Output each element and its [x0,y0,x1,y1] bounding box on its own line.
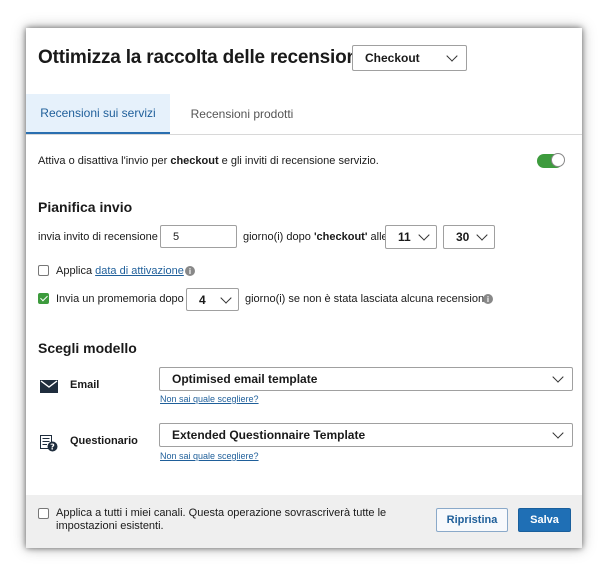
email-label: Email [70,379,100,391]
questionnaire-help-link[interactable]: Non sai quale scegliere? [160,451,259,461]
email-template-value: Optimised email template [172,372,318,386]
after-text-pre: giorno(i) dopo [243,231,314,243]
channel-select[interactable]: Checkout [352,45,467,71]
apply-activation-checkbox[interactable] [38,265,49,276]
chevron-down-icon [220,291,232,304]
tab-label: Recensioni sui servizi [40,106,156,120]
tab-label: Recensioni prodotti [190,107,294,121]
days-input[interactable]: 5 [160,225,237,248]
reset-button[interactable]: Ripristina [436,508,508,532]
info-icon[interactable]: i [483,294,493,304]
envelope-icon [40,380,58,398]
tab-bar: Recensioni sui servizi Recensioni prodot… [26,94,582,135]
apply-activation-text: Applica [56,265,96,277]
schedule-title: Pianifica invio [38,199,133,215]
toggle-text-pre: Attiva o disattiva l'invio per [38,155,171,167]
minute-value: 30 [456,230,470,244]
reminder-suffix: giorno(i) se non è stata lasciata alcuna… [245,293,491,305]
header: Ottimizza la raccolta delle recensioni p… [38,43,397,73]
send-label: invia invito di recensione [38,231,158,243]
footer-bar: Applica a tutti i miei canali. Questa op… [26,495,582,548]
chevron-down-icon [552,427,564,439]
template-title: Scegli modello [38,340,137,356]
chevron-down-icon [418,229,430,241]
apply-all-line2: impostazioni esistenti. [56,520,164,532]
toggle-text-post: e gli inviti di recensione servizio. [218,155,379,167]
toggle-text-bold: checkout [170,155,219,167]
page-title: Ottimizza la raccolta delle recensioni p… [38,47,398,68]
apply-all-checkbox[interactable] [38,508,49,519]
questionnaire-label: Questionario [70,435,138,447]
settings-card: Ottimizza la raccolta delle recensioni p… [26,28,582,548]
reminder-checkbox[interactable] [38,293,49,304]
reminder-label: Invia un promemoria dopo [56,293,184,305]
hour-select[interactable]: 11 [385,225,437,249]
after-label: giorno(i) dopo 'checkout' alle [243,231,388,243]
questionnaire-template-value: Extended Questionnaire Template [172,428,366,442]
after-text-bold: 'checkout' [313,231,368,243]
chevron-down-icon [552,371,564,383]
days-value: 5 [173,230,180,243]
apply-all-label: Applica a tutti i miei canali. Questa op… [56,507,386,533]
reminder-days-select[interactable]: 4 [186,288,239,311]
questionnaire-icon: ? [40,435,58,457]
toggle-description: Attiva o disattiva l'invio per checkout … [38,155,379,167]
apply-activation-label: Applica data di attivazione [56,265,184,277]
chevron-down-icon [446,50,458,62]
email-help-link[interactable]: Non sai quale scegliere? [160,394,259,404]
minute-select[interactable]: 30 [443,225,495,249]
hour-value: 11 [398,230,411,244]
tab-product-reviews[interactable]: Recensioni prodotti [170,94,314,134]
svg-text:?: ? [50,442,55,451]
apply-all-line1: Applica a tutti i miei canali. Questa op… [56,507,387,519]
save-button[interactable]: Salva [518,508,571,532]
reminder-days-value: 4 [199,292,206,307]
questionnaire-template-select[interactable]: Extended Questionnaire Template [159,423,573,447]
chevron-down-icon [476,229,488,241]
info-icon[interactable]: i [185,266,195,276]
enable-toggle[interactable] [537,153,565,168]
email-template-select[interactable]: Optimised email template [159,367,573,391]
toggle-knob [551,153,565,167]
channel-select-value: Checkout [365,51,420,65]
activation-date-link[interactable]: data di attivazione [95,265,184,277]
tab-service-reviews[interactable]: Recensioni sui servizi [26,94,170,134]
